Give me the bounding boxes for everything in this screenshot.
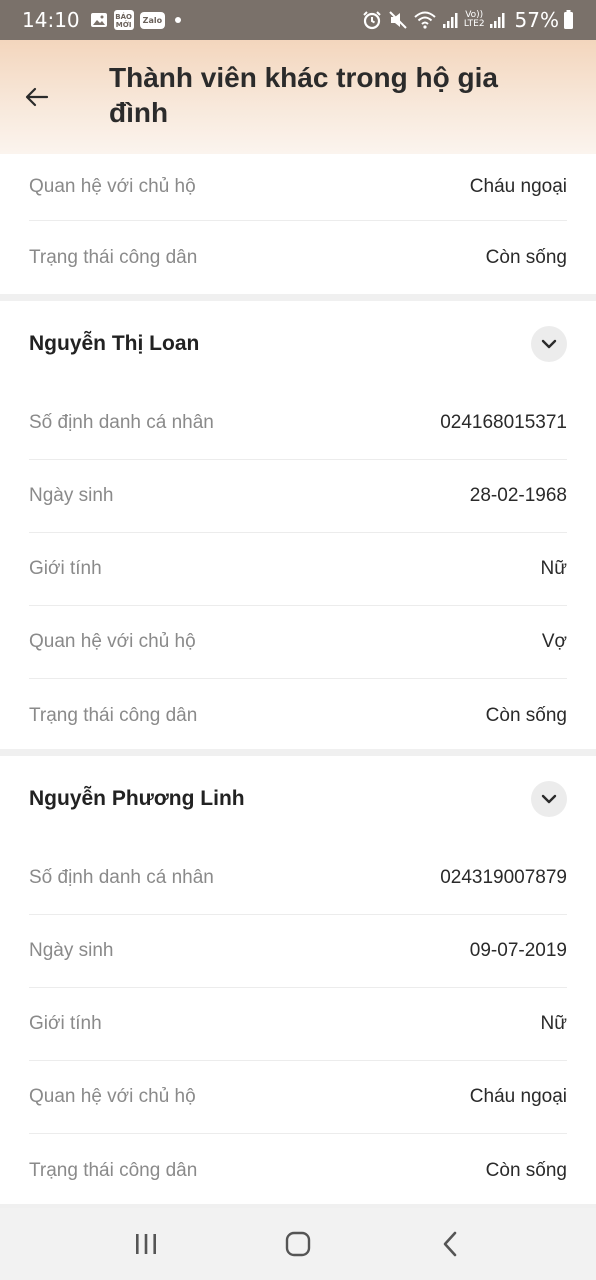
row-label: Ngày sinh xyxy=(29,485,114,506)
gallery-icon xyxy=(90,12,108,28)
signal-2-icon xyxy=(489,11,505,29)
row-value: 09-07-2019 xyxy=(469,940,567,961)
info-row: Giới tính Nữ xyxy=(29,988,567,1061)
info-row: Trạng thái công dân Còn sống xyxy=(29,221,567,294)
info-row: Quan hệ với chủ hộ Cháu ngoại xyxy=(29,1061,567,1134)
row-value: Còn sống xyxy=(485,1159,567,1181)
info-row: Số định danh cá nhân 024168015371 xyxy=(29,387,567,460)
row-value: Còn sống xyxy=(485,704,567,726)
member-card: Nguyễn Thị Loan Số định danh cá nhân 024… xyxy=(0,301,596,749)
home-icon xyxy=(285,1231,311,1257)
row-label: Quan hệ với chủ hộ xyxy=(29,1086,196,1107)
row-label: Trạng thái công dân xyxy=(29,1159,198,1181)
expand-toggle-button[interactable] xyxy=(531,326,567,362)
info-row: Quan hệ với chủ hộ Vợ xyxy=(29,606,567,679)
row-value: Nữ xyxy=(540,1013,567,1034)
system-navigation-bar xyxy=(0,1208,596,1280)
network-type: LTE2 xyxy=(463,19,485,29)
row-label: Giới tính xyxy=(29,558,102,579)
row-label: Ngày sinh xyxy=(29,940,114,961)
status-time: 14:10 xyxy=(22,8,80,32)
wifi-icon xyxy=(414,11,436,29)
member-name: Nguyễn Thị Loan xyxy=(29,332,200,355)
info-row: Trạng thái công dân Còn sống xyxy=(29,1134,567,1207)
row-label: Trạng thái công dân xyxy=(29,246,198,268)
expand-toggle-button[interactable] xyxy=(531,781,567,817)
member-card-header[interactable]: Nguyễn Phương Linh xyxy=(29,756,567,842)
row-value: 28-02-1968 xyxy=(469,485,567,506)
recents-button[interactable] xyxy=(116,1219,176,1269)
page-title: Thành viên khác trong hộ gia đình xyxy=(109,62,498,128)
battery-percentage: 57% xyxy=(514,8,559,32)
row-label: Quan hệ với chủ hộ xyxy=(29,176,196,197)
info-row: Ngày sinh 09-07-2019 xyxy=(29,915,567,988)
info-row: Giới tính Nữ xyxy=(29,533,567,606)
row-label: Số định danh cá nhân xyxy=(29,412,214,433)
member-name: Nguyễn Phương Linh xyxy=(29,787,245,810)
chevron-down-icon xyxy=(541,794,557,804)
row-value: Còn sống xyxy=(485,246,567,268)
volte-lte-indicator: Vo)) LTE2 xyxy=(463,10,485,29)
info-row: Quan hệ với chủ hộ Cháu ngoại xyxy=(29,154,567,221)
member-card-partial: Quan hệ với chủ hộ Cháu ngoại Trạng thái… xyxy=(0,154,596,294)
mute-icon xyxy=(388,10,408,30)
row-label: Trạng thái công dân xyxy=(29,704,198,726)
home-button[interactable] xyxy=(268,1219,328,1269)
system-back-button[interactable] xyxy=(420,1219,480,1269)
baomoi-notification-icon: BÁO MỚI xyxy=(113,10,134,30)
battery-icon xyxy=(563,10,574,30)
row-value: Cháu ngoại xyxy=(469,1086,567,1107)
member-card: Nguyễn Phương Linh Số định danh cá nhân … xyxy=(0,756,596,1204)
row-value: Nữ xyxy=(540,558,567,579)
arrow-left-icon xyxy=(25,87,49,107)
signal-1-icon xyxy=(442,11,458,29)
back-icon xyxy=(443,1231,457,1257)
row-value: Cháu ngoại xyxy=(469,176,567,197)
row-value: 024319007879 xyxy=(440,867,567,888)
info-row: Số định danh cá nhân 024319007879 xyxy=(29,842,567,915)
chevron-down-icon xyxy=(541,339,557,349)
row-value: Vợ xyxy=(541,631,567,652)
row-label: Giới tính xyxy=(29,1013,102,1034)
info-row: Trạng thái công dân Còn sống xyxy=(29,679,567,752)
status-bar: 14:10 BÁO MỚI Zalo Vo)) LTE2 57% xyxy=(0,0,596,40)
recents-icon xyxy=(136,1234,156,1254)
alarm-icon xyxy=(362,10,382,30)
app-header: Thành viên khác trong hộ gia đình xyxy=(0,40,596,154)
back-button[interactable] xyxy=(22,82,52,112)
member-card-header[interactable]: Nguyễn Thị Loan xyxy=(29,301,567,387)
row-label: Quan hệ với chủ hộ xyxy=(29,631,196,652)
row-value: 024168015371 xyxy=(440,412,567,433)
info-row: Ngày sinh 28-02-1968 xyxy=(29,460,567,533)
zalo-notification-icon: Zalo xyxy=(139,11,166,29)
more-notifications-dot-icon xyxy=(175,17,182,23)
row-label: Số định danh cá nhân xyxy=(29,867,214,888)
